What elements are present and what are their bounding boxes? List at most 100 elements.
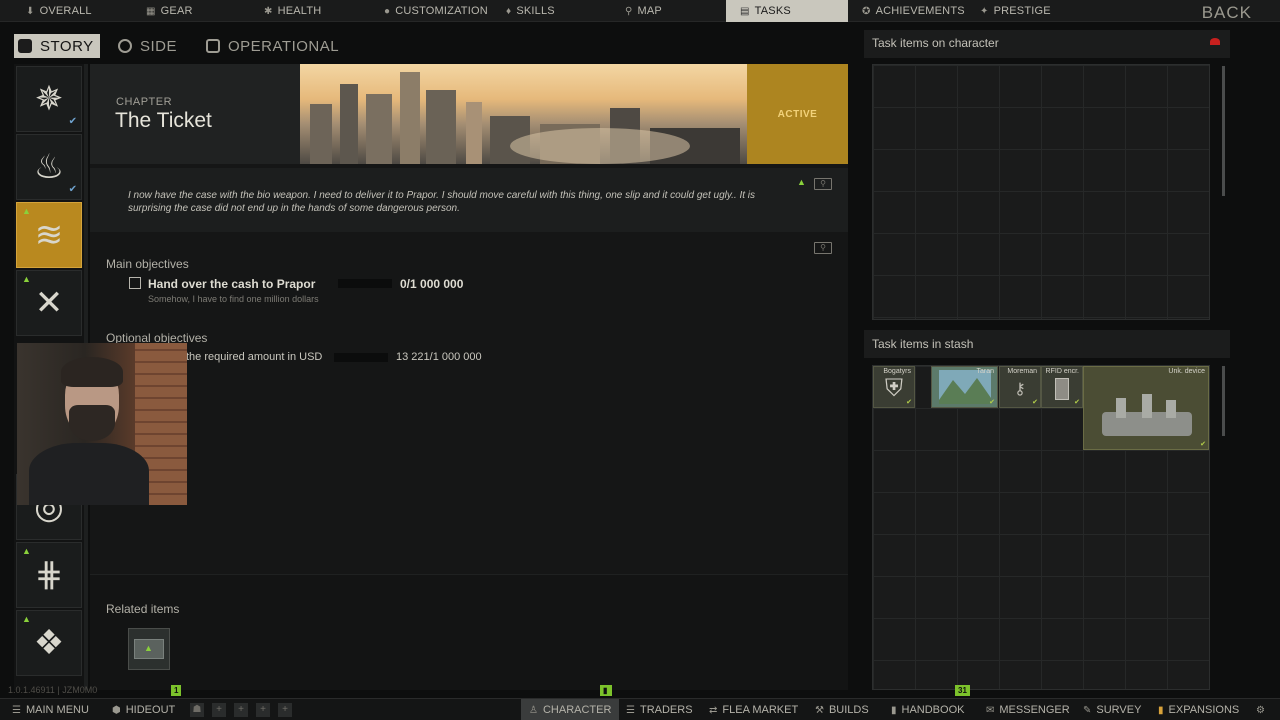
flea-market-icon: ⇄ <box>709 704 718 716</box>
hideout-icon: ⬢ <box>112 704 121 716</box>
new-marker-icon: ▲ <box>22 546 31 556</box>
quick-slot[interactable]: + <box>212 703 226 717</box>
flame-icon: ♨ <box>33 148 65 186</box>
chapter-item-selected[interactable]: ▲ ≋ <box>16 202 82 268</box>
new-marker-icon: ▲ <box>22 206 31 216</box>
flea-market-button[interactable]: ⇄ FLEA MARKET <box>709 699 798 720</box>
top-navigation: ⬇ OVERALL ▦ GEAR ✱ HEALTH ● CUSTOMIZATION ♦ S… <box>0 0 1280 22</box>
operational-icon <box>206 39 220 53</box>
task-items-panel: Task items on character Task items in st… <box>864 30 1230 690</box>
signal-wave-icon: ⋕ <box>34 556 64 594</box>
key-icon: ⚷ <box>1014 380 1026 398</box>
hideout-button[interactable]: ⬢ HIDEOUT <box>112 699 175 720</box>
streamer-body <box>29 443 149 505</box>
main-menu-button[interactable]: ☰ MAIN MENU <box>12 699 89 720</box>
found-in-raid-icon: ✔ <box>1032 399 1038 406</box>
expansions-button[interactable]: ▮ EXPANSIONS <box>1158 699 1239 720</box>
quick-slot[interactable]: + <box>234 703 248 717</box>
tab-customization[interactable]: ● CUSTOMIZATION <box>384 0 488 22</box>
related-item-case[interactable] <box>128 628 170 670</box>
quest-description: I now have the case with the bio weapon.… <box>128 190 756 214</box>
survey-icon: ✎ <box>1083 704 1092 716</box>
new-marker-icon: ▲ <box>797 177 806 187</box>
quest-title: The Ticket <box>115 109 212 132</box>
stash-item-moreman[interactable]: ⚷ Moreman ✔ <box>999 366 1041 408</box>
character-grid-scrollbar[interactable] <box>1222 66 1225 196</box>
back-button[interactable]: BACK <box>1202 3 1252 23</box>
messenger-button[interactable]: ✉ MESSENGER <box>986 699 1070 720</box>
webcam-overlay <box>17 343 187 505</box>
tab-overall[interactable]: ⬇ OVERALL <box>26 0 92 22</box>
quick-slot[interactable]: ☗ <box>190 703 204 717</box>
prestige-icon: ✦ <box>980 5 989 17</box>
case-icon <box>134 639 164 659</box>
tab-gear[interactable]: ▦ GEAR <box>146 0 193 22</box>
optional-objective-progress: 13 221/1 000 000 <box>396 351 482 363</box>
traders-button[interactable]: ☰ TRADERS <box>626 699 693 720</box>
quest-details-panel: ACTIVE CHAPTER The Ticket I now have the… <box>90 64 848 690</box>
handbook-button[interactable]: ▮ HANDBOOK <box>891 699 964 720</box>
chapter-item[interactable]: ▲ ✕ <box>16 270 82 336</box>
found-in-raid-icon: ✔ <box>906 399 912 406</box>
tab-skills[interactable]: ♦ SKILLS <box>506 0 555 22</box>
inspect-objectives-icon[interactable]: ⚲ <box>814 242 832 254</box>
bottom-menu-bar: ☰ MAIN MENU ⬢ HIDEOUT ☗ + + + + ♙ CHARACTER… <box>0 698 1280 720</box>
gear-icon: ▦ <box>146 5 156 17</box>
inspect-icon[interactable]: ⚲ <box>814 178 832 190</box>
found-in-raid-icon: ✔ <box>1200 441 1206 448</box>
tab-prestige[interactable]: ✦ PRESTIGE <box>980 0 1051 22</box>
task-category-tabs: STORY SIDE OPERATIONAL <box>8 30 848 60</box>
tasks-icon: ▤ <box>740 5 750 17</box>
chapter-item[interactable]: ✵ ✔ <box>16 66 82 132</box>
handbook-icon: ▮ <box>891 704 897 716</box>
tab-health[interactable]: ✱ HEALTH <box>264 0 321 22</box>
stash-item-rfid[interactable]: RFID encr. ✔ <box>1041 366 1083 408</box>
tab-achievements[interactable]: ✪ ACHIEVEMENTS <box>862 0 965 22</box>
chapter-item[interactable]: ♨ ✔ <box>16 134 82 200</box>
tab-story[interactable]: STORY <box>14 34 100 58</box>
quick-slot[interactable]: + <box>278 703 292 717</box>
quest-description-box: I now have the case with the bio weapon.… <box>90 168 848 232</box>
stash-grid-scrollbar[interactable] <box>1222 366 1225 436</box>
new-marker-icon: ▲ <box>22 614 31 624</box>
optional-objective-text: the required amount in USD <box>186 351 323 363</box>
quest-banner: ACTIVE CHAPTER The Ticket <box>90 64 848 164</box>
health-icon: ✱ <box>264 5 273 17</box>
new-marker-icon: ▲ <box>22 274 31 284</box>
overall-icon: ⬇ <box>26 5 35 17</box>
found-in-raid-icon: ✔ <box>989 399 995 406</box>
tab-side[interactable]: SIDE <box>118 34 177 58</box>
hamburger-icon: ☰ <box>12 704 21 716</box>
tab-map[interactable]: ⚲ MAP <box>625 0 662 22</box>
character-button[interactable]: ♙ CHARACTER <box>521 699 620 720</box>
side-check-icon <box>118 39 132 53</box>
traders-icon: ☰ <box>626 704 635 716</box>
skyline-illustration <box>310 72 740 164</box>
character-icon: ♙ <box>529 704 538 716</box>
messenger-badge: 31 <box>955 685 970 696</box>
wave-hand-icon: ≋ <box>34 216 64 254</box>
objective-progress-bar <box>338 279 392 288</box>
chapter-item[interactable]: ▲ ❖ <box>16 610 82 676</box>
skills-icon: ♦ <box>506 5 512 17</box>
streamer-beard <box>69 405 115 441</box>
build-version: 1.0.1.46911 | JZM0M0 <box>8 685 98 695</box>
character-items-heading: Task items on character <box>872 36 999 50</box>
quick-slot[interactable]: + <box>256 703 270 717</box>
chapter-item[interactable]: ▲ ⋕ <box>16 542 82 608</box>
tab-tasks[interactable]: ▤ TASKS <box>726 0 848 22</box>
settings-button[interactable]: ⚙ <box>1256 699 1265 720</box>
character-items-grid[interactable] <box>872 64 1210 320</box>
stash-item-taran[interactable]: Taran ✔ <box>931 366 998 408</box>
landscape-photo-icon <box>938 370 991 404</box>
compass-star-icon: ✵ <box>34 80 64 118</box>
survey-button[interactable]: ✎ SURVEY <box>1083 699 1141 720</box>
main-objectives-heading: Main objectives <box>106 257 189 271</box>
crossed-axes-icon: ✕ <box>34 284 64 322</box>
builds-button[interactable]: ⚒ BUILDS <box>815 699 869 720</box>
stash-item-unknown-device[interactable]: Unk. device ✔ <box>1083 366 1209 450</box>
device-icon <box>1102 393 1192 436</box>
stash-item-bogatyrs[interactable]: ⛨ Bogatyrs ✔ <box>873 366 915 408</box>
objective-checkbox[interactable] <box>129 277 141 289</box>
tab-operational[interactable]: OPERATIONAL <box>206 34 339 58</box>
